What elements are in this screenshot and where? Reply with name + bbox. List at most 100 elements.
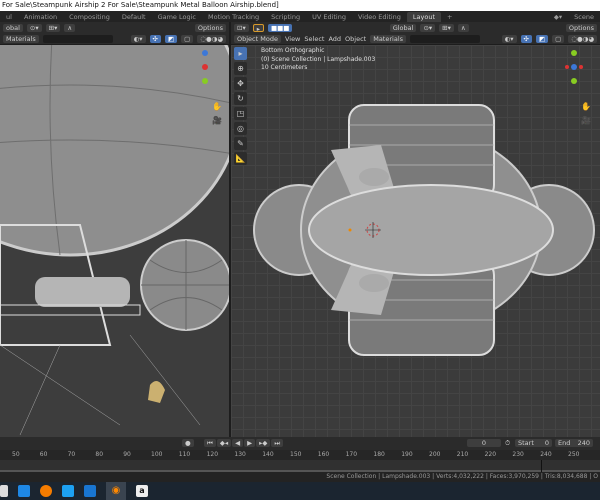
move-icon[interactable]: ✥ xyxy=(234,77,247,90)
mode-dropdown[interactable]: Object Mode xyxy=(234,34,281,43)
shading-modes-icon[interactable]: ◌●◑◕ xyxy=(197,34,226,43)
menu-object[interactable]: Object xyxy=(345,35,366,43)
viewport-overlay-info: Bottom Orthographic (0) Scene Collection… xyxy=(261,47,375,73)
editor-type-icon[interactable]: ⊡▾ xyxy=(234,23,249,32)
gizmo-icon[interactable]: ✣ xyxy=(149,34,161,43)
frame-tick: 50 xyxy=(12,451,20,458)
jump-end-icon[interactable]: ⏭ xyxy=(271,439,284,447)
end-value: 240 xyxy=(577,439,590,447)
menu-view[interactable]: View xyxy=(285,35,300,43)
taskbar: ◉ a xyxy=(0,482,600,500)
select-mode-icon[interactable]: ■■■ xyxy=(267,23,293,32)
tab-layout[interactable]: Layout xyxy=(406,11,442,22)
twitter-icon[interactable] xyxy=(62,485,74,497)
mail-icon[interactable] xyxy=(18,485,30,497)
app-icon[interactable] xyxy=(84,485,96,497)
tab-game-logic[interactable]: Game Logic xyxy=(152,12,202,22)
gizmo-icon[interactable]: ✣ xyxy=(520,34,532,43)
start-frame-field[interactable]: Start 0 xyxy=(515,439,552,447)
transform-icon[interactable]: ◎ xyxy=(234,122,247,135)
right-3d-viewport[interactable]: ▸ ⊕ ✥ ↻ ◳ ◎ ✎ 📐 Bottom Orthographic (0) … xyxy=(231,45,600,437)
right-orientation-dropdown[interactable]: Global xyxy=(389,23,417,32)
annotate-icon[interactable]: ✎ xyxy=(234,137,247,150)
stopwatch-icon[interactable]: ⏱ xyxy=(505,439,510,448)
scene-selector[interactable]: Scene xyxy=(568,12,600,22)
amazon-icon[interactable]: a xyxy=(136,485,148,497)
tab-video-editing[interactable]: Video Editing xyxy=(352,12,407,22)
shading-modes-icon[interactable]: ◌●◑◕ xyxy=(568,34,597,43)
tab-default[interactable]: Default xyxy=(116,12,152,22)
right-scene-render xyxy=(253,50,595,356)
scale-icon[interactable]: ◳ xyxy=(234,107,247,120)
scene-icon[interactable]: ◆▾ xyxy=(548,12,568,22)
end-frame-marker xyxy=(541,460,542,472)
measure-icon[interactable]: 📐 xyxy=(234,152,247,165)
play-reverse-icon[interactable]: ◀ xyxy=(232,439,244,447)
frame-tick: 80 xyxy=(95,451,104,458)
hand-pan-icon[interactable]: ✋ xyxy=(581,100,591,114)
pivot-icon[interactable]: ⊙▾ xyxy=(420,23,436,32)
left-search-input[interactable] xyxy=(42,34,113,43)
timeline-track[interactable] xyxy=(0,460,600,472)
hand-pan-icon[interactable]: ✋ xyxy=(212,100,222,114)
right-materials-dropdown[interactable]: Materials xyxy=(370,34,407,43)
blender-icon[interactable]: ◉ xyxy=(106,482,126,500)
xray-icon[interactable]: ▢ xyxy=(181,34,194,43)
grid-scale: 10 Centimeters xyxy=(261,64,308,71)
right-search-input[interactable] xyxy=(410,34,481,43)
visibility-icon[interactable]: ◐▾ xyxy=(130,34,146,43)
current-frame-field[interactable]: 0 xyxy=(467,439,501,447)
frame-tick: 160 xyxy=(317,451,330,458)
firefox-icon[interactable] xyxy=(40,485,52,497)
prev-keyframe-icon[interactable]: ◆◂ xyxy=(216,439,232,447)
menu-select[interactable]: Select xyxy=(304,35,324,43)
left-header-bottom: Materials ◐▾ ✣ ◩ ▢ ◌●◑◕ xyxy=(0,33,229,44)
overlay-icon[interactable]: ◩ xyxy=(536,34,549,43)
select-box-icon[interactable]: ▸ xyxy=(234,47,247,60)
end-label: End xyxy=(558,439,571,447)
jump-start-icon[interactable]: ⏮ xyxy=(204,439,216,447)
timeline-ruler[interactable]: 50 60 70 80 90 100 110 120 130 140 150 160 170 180 190… xyxy=(0,450,600,460)
frame-tick: 190 xyxy=(401,451,413,458)
left-3d-viewport[interactable]: ✋ 🎥 xyxy=(0,45,229,437)
snap-icon[interactable]: ⊞▾ xyxy=(45,23,61,32)
select-tool-icon[interactable]: ▸ xyxy=(252,23,264,33)
tab-scripting[interactable]: Scripting xyxy=(265,12,306,22)
visibility-icon[interactable]: ◐▾ xyxy=(501,34,517,43)
play-icon[interactable]: ▶ xyxy=(244,439,256,447)
menu-add[interactable]: Add xyxy=(328,35,341,43)
toolbar: ▸ ⊕ ✥ ↻ ◳ ◎ ✎ 📐 xyxy=(234,45,247,167)
snap-icon[interactable]: ⊞▾ xyxy=(439,23,454,32)
pivot-icon[interactable]: ⊙▾ xyxy=(26,23,42,32)
tab-layout-partial[interactable]: ul xyxy=(0,12,18,22)
camera-icon[interactable]: 🎥 xyxy=(581,114,591,128)
frame-tick: 240 xyxy=(540,451,552,458)
frame-tick: 170 xyxy=(345,451,358,458)
tab-uv-editing[interactable]: UV Editing xyxy=(306,12,352,22)
store-icon[interactable] xyxy=(0,485,8,497)
frame-tick: 60 xyxy=(39,451,48,458)
right-options-button[interactable]: Options xyxy=(565,23,597,32)
collection-info: (0) Scene Collection | Lampshade.003 xyxy=(261,55,376,63)
xray-icon[interactable]: ▢ xyxy=(552,34,565,43)
record-icon[interactable]: ● xyxy=(182,439,194,447)
rotate-icon[interactable]: ↻ xyxy=(234,92,247,105)
tab-animation[interactable]: Animation xyxy=(18,12,63,22)
proportional-icon[interactable]: ∧ xyxy=(457,23,469,32)
left-orientation-dropdown[interactable]: obal xyxy=(3,23,23,32)
left-materials-dropdown[interactable]: Materials xyxy=(3,34,39,43)
cursor-icon[interactable]: ⊕ xyxy=(234,62,247,75)
proportional-icon[interactable]: ∧ xyxy=(64,23,76,32)
left-options-button[interactable]: Options xyxy=(194,23,226,32)
camera-icon[interactable]: 🎥 xyxy=(212,114,222,128)
workspace-tabs: ul Animation Compositing Default Game Lo… xyxy=(0,11,600,22)
frame-tick: 230 xyxy=(512,451,524,458)
tab-compositing[interactable]: Compositing xyxy=(63,12,116,22)
end-frame-field[interactable]: End 240 xyxy=(555,439,593,447)
overlay-icon[interactable]: ◩ xyxy=(165,34,178,43)
add-workspace-button[interactable]: + xyxy=(441,12,458,22)
timeline-header: ● ⏮ ◆◂ ◀ ▶ ▸◆ ⏭ 0 ⏱ Start 0 End 240 xyxy=(0,437,600,450)
frame-tick: 220 xyxy=(484,451,497,458)
next-keyframe-icon[interactable]: ▸◆ xyxy=(256,439,271,447)
tab-motion-tracking[interactable]: Motion Tracking xyxy=(202,12,265,22)
